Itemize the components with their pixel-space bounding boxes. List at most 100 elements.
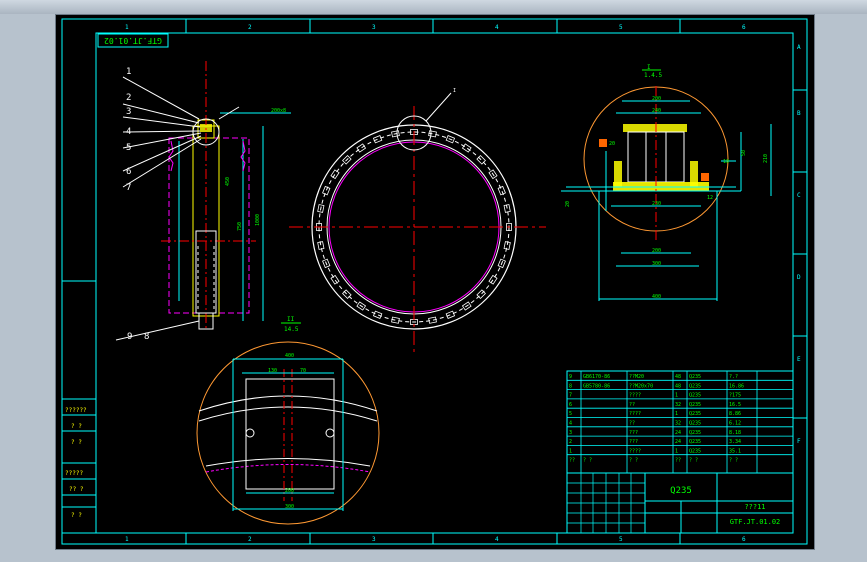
- svg-text:300: 300: [285, 504, 294, 510]
- ring-bolt-slot: [445, 310, 456, 319]
- title-block: Q235 ???11 GTF.JT.01.02: [566, 472, 794, 534]
- bill-of-materials: 9 GB6170-86 ??M20 48 Q235 ?.? 8 GB5780-86 ??M20x…: [566, 370, 794, 474]
- cad-drawing: 112233445566ABCDEF GTF.JT.01.02 ?????? ?…: [61, 18, 808, 545]
- zone-row-label: F: [797, 438, 801, 445]
- ring-bolt-slot: [330, 274, 340, 285]
- bom-cell: ???: [629, 430, 638, 436]
- svg-text:400: 400: [652, 294, 661, 300]
- bom-cell: ????: [629, 448, 641, 454]
- bom-cell: ? ?: [629, 458, 638, 464]
- bom-cell: 1: [569, 448, 572, 454]
- bom-cell: ????: [629, 393, 641, 399]
- bom-cell: ?.?: [729, 374, 738, 380]
- svg-text:200: 200: [652, 96, 661, 102]
- bom-cell: 16.5: [729, 402, 741, 408]
- callout: 2: [126, 93, 131, 103]
- callout: 5: [126, 143, 131, 153]
- callout: 6: [126, 167, 131, 177]
- bom-cell: ??M20x70: [629, 383, 653, 389]
- zone-row-label: E: [797, 356, 801, 363]
- ring-bolt-slot: [372, 310, 383, 319]
- bom-cell: 3: [569, 430, 572, 436]
- bom-cell: ???: [629, 439, 638, 445]
- bom-cell: GB6170-86: [583, 374, 610, 380]
- margin-label: ?????: [65, 470, 83, 477]
- svg-text:210: 210: [763, 154, 769, 163]
- bom-cell: 48: [675, 374, 681, 380]
- detail-marker: I: [453, 88, 456, 94]
- window-titlebar: [0, 0, 867, 14]
- margin-label: ?? ?: [69, 486, 84, 493]
- bom-cell: 32: [675, 402, 681, 408]
- ring-plan-view: I: [289, 88, 546, 356]
- material-text: Q235: [670, 486, 692, 496]
- svg-text:200: 200: [652, 248, 661, 254]
- bom-cell: ??: [629, 421, 635, 427]
- bom-cell: Q235: [689, 439, 701, 445]
- callout-leaders: [115, 76, 240, 341]
- zone-column-label: 5: [619, 536, 623, 543]
- bom-cell: ??: [675, 458, 681, 464]
- bom-cell: 16.86: [729, 383, 744, 389]
- ring-bolt-slot: [461, 143, 472, 153]
- svg-text:300: 300: [652, 261, 661, 267]
- bom-cell: 24: [675, 439, 681, 445]
- ring-bolt-slot: [488, 274, 498, 285]
- detail-view-I: I 1.4.5 200 240 230 200 300 400 210 50 2…: [561, 64, 772, 301]
- svg-text:20: 20: [565, 201, 571, 207]
- zone-marks: 112233445566ABCDEF: [125, 19, 807, 544]
- dim-label: 1000: [255, 214, 261, 226]
- margin-label: ? ?: [71, 423, 82, 430]
- bom-cell: ? ?: [689, 458, 698, 464]
- margin-label: ? ?: [71, 439, 82, 446]
- zone-column-label: 1: [125, 536, 129, 543]
- left-margin-table: ?????? ? ? ? ? ????? ?? ? ? ?: [61, 280, 97, 534]
- bom-cell: 3.34: [729, 439, 741, 445]
- bom-cell: ? ?: [729, 458, 738, 464]
- bom-cell: 1: [675, 393, 678, 399]
- svg-text:10: 10: [723, 159, 729, 165]
- ring-bolt-slot: [497, 185, 506, 196]
- cad-drawing-canvas[interactable]: 112233445566ABCDEF GTF.JT.01.02 ?????? ?…: [55, 14, 815, 550]
- bom-cell: Q235: [689, 448, 701, 454]
- svg-text:50: 50: [741, 150, 747, 156]
- callout: 4: [126, 127, 131, 137]
- zone-column-label: 2: [248, 536, 252, 543]
- bom-cell: Q235: [689, 430, 701, 436]
- bom-cell: ????: [629, 411, 641, 417]
- svg-text:12: 12: [707, 195, 713, 201]
- callout: 7: [126, 183, 131, 193]
- bom-cell: 7: [569, 393, 572, 399]
- bom-cell: GB5780-86: [583, 383, 610, 389]
- margin-label: ??????: [65, 407, 87, 414]
- svg-text:230: 230: [652, 201, 661, 207]
- svg-text:400: 400: [285, 353, 294, 359]
- zone-row-label: D: [797, 274, 801, 281]
- drawing-code: GTF.JT.01.02: [730, 518, 781, 526]
- left-section-view: 200x8 1000 750 450: [161, 61, 291, 331]
- detail-scale: 1.4.5: [644, 72, 662, 79]
- svg-text:130: 130: [268, 368, 277, 374]
- bom-cell: Q235: [689, 402, 701, 408]
- svg-text:70: 70: [300, 368, 306, 374]
- zone-column-label: 4: [495, 536, 499, 543]
- zone-column-label: 3: [372, 536, 376, 543]
- svg-text:200: 200: [285, 488, 294, 494]
- bom-cell: 48: [675, 383, 681, 389]
- bom-cell: ??: [629, 402, 635, 408]
- dim-label: 750: [237, 222, 243, 231]
- bom-cell: 9: [569, 374, 572, 380]
- svg-text:20: 20: [609, 141, 615, 147]
- margin-label: ? ?: [71, 512, 82, 519]
- zone-column-label: 1: [125, 24, 129, 31]
- callout: 3: [126, 107, 131, 117]
- zone-column-label: 6: [742, 24, 746, 31]
- title-marks: ???11: [744, 503, 765, 511]
- bom-rows: 9 GB6170-86 ??M20 48 Q235 ?.? 8 GB5780-86 ??M20x…: [566, 370, 794, 473]
- zone-row-label: B: [797, 110, 801, 117]
- detail-view-II: II 14.5 400 130 70 200 300: [196, 316, 380, 525]
- callout: 8: [144, 332, 149, 342]
- bom-cell: 35.1: [729, 448, 741, 454]
- dim-label: 200x8: [271, 108, 286, 114]
- bom-cell: 4: [569, 421, 572, 427]
